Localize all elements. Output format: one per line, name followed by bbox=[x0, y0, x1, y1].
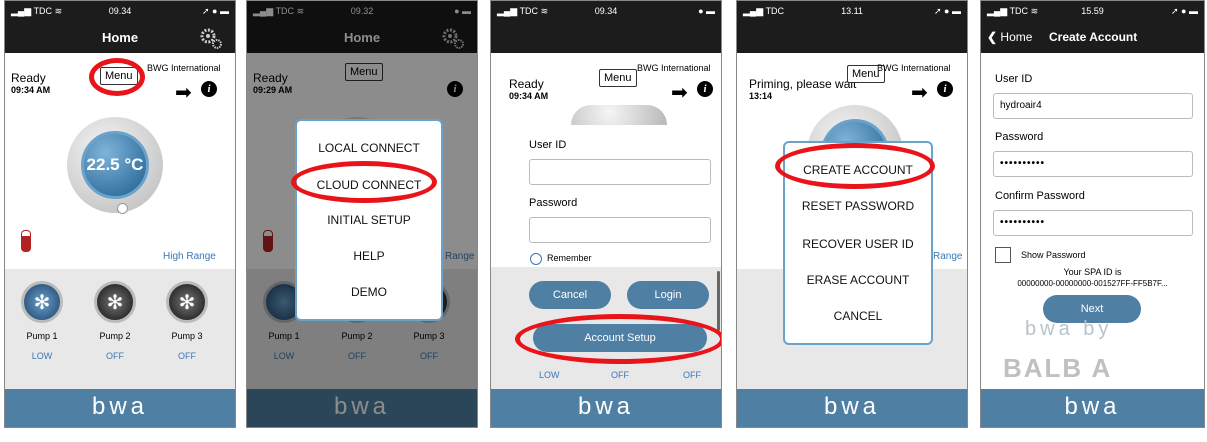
status-bar: ▂▄▆ TDC 13.11 ➚ ● ▬ bbox=[737, 1, 967, 23]
menu-item-cancel[interactable]: CANCEL bbox=[785, 309, 931, 323]
pump-icon: ✻ bbox=[166, 281, 208, 323]
bwa-logo: bwa bbox=[1064, 393, 1121, 420]
back-button[interactable]: ❮ Home bbox=[987, 30, 1032, 44]
pump-panel: ✻ Pump 1 LOW ✻ Pump 2 OFF ✻ Pump 3 OFF bbox=[5, 269, 235, 393]
menu-item-recover-user-id[interactable]: RECOVER USER ID bbox=[785, 237, 931, 251]
pump-1[interactable]: ✻ Pump 1 LOW bbox=[19, 281, 65, 361]
highlight-ring bbox=[291, 161, 437, 203]
nav-bar bbox=[737, 23, 967, 53]
thermometer-icon bbox=[21, 230, 31, 252]
brand-label: BWG International bbox=[877, 63, 951, 73]
bwa-logo: bwa bbox=[823, 393, 881, 420]
screen-menu: ▂▄▆ TDC ≋ 09.32 ● ▬ Home Ready 09:29 AM … bbox=[246, 0, 478, 428]
status-bar: ▂▄▆ TDC ≋ 09.34 ➚ ● ▬ bbox=[5, 1, 235, 23]
pump-icon: ✻ bbox=[94, 281, 136, 323]
arrow-right-icon[interactable]: ➡ bbox=[671, 80, 688, 105]
footer-bar: bwa bbox=[5, 389, 235, 427]
pump-2-state: OFF bbox=[611, 370, 629, 380]
spa-status: Ready 09:34 AM bbox=[509, 77, 549, 101]
scrollbar[interactable] bbox=[717, 271, 720, 331]
temperature-dial bbox=[571, 105, 667, 125]
status-time: 13.11 bbox=[841, 6, 863, 16]
remember-radio[interactable] bbox=[530, 253, 542, 265]
battery-icon: ➚ ● ▬ bbox=[202, 6, 229, 16]
highlight-ring bbox=[515, 314, 721, 364]
screen-home: ▂▄▆ TDC ≋ 09.34 ➚ ● ▬ Home Ready 09:34 A… bbox=[4, 0, 236, 428]
footer-bar: bwa bbox=[737, 389, 967, 427]
bwa-by-logo: bwa by bbox=[1025, 318, 1113, 340]
status-clock: 09:34 AM bbox=[11, 85, 51, 95]
user-id-field[interactable] bbox=[529, 159, 711, 185]
dial-handle[interactable] bbox=[117, 203, 128, 214]
show-password-label: Show Password bbox=[1021, 250, 1086, 260]
footer-bar: bwa bbox=[981, 389, 1204, 427]
footer-bar: bwa bbox=[491, 389, 721, 427]
password-field[interactable]: •••••••••• bbox=[993, 151, 1193, 177]
menu-item-reset-password[interactable]: RESET PASSWORD bbox=[785, 199, 931, 213]
temperature-dial[interactable]: 22.5 °C bbox=[67, 117, 163, 214]
pump-icon: ✻ bbox=[21, 281, 63, 323]
range-label[interactable]: High Range bbox=[163, 251, 216, 262]
status-time: 09.34 bbox=[108, 6, 132, 16]
spa-id-label: Your SPA ID is bbox=[1063, 267, 1122, 277]
info-icon[interactable]: i bbox=[937, 81, 953, 97]
menu-item-help[interactable]: HELP bbox=[297, 249, 441, 263]
password-field[interactable] bbox=[529, 217, 711, 243]
battery-icon: ● ▬ bbox=[698, 6, 715, 16]
confirm-password-label: Confirm Password bbox=[995, 190, 1085, 202]
brand-label: BWG International bbox=[637, 63, 711, 73]
spa-status: Ready 09:34 AM bbox=[11, 71, 50, 95]
pump-3-state: OFF bbox=[683, 370, 701, 380]
spa-status: Priming, please wait 13:14 bbox=[749, 77, 857, 101]
connect-menu: LOCAL CONNECT CLOUD CONNECT INITIAL SETU… bbox=[295, 119, 443, 321]
screen-account-setup: ▂▄▆ TDC 13.11 ➚ ● ▬ Priming, please wait… bbox=[736, 0, 968, 428]
pump-1-state: LOW bbox=[539, 370, 560, 380]
remember-label: Remember bbox=[547, 253, 592, 263]
arrow-right-icon[interactable]: ➡ bbox=[175, 80, 192, 105]
spa-id-value: 00000000-00000000-001527FF-FF5B7F... bbox=[1017, 279, 1168, 288]
status-bar: ▂▄▆ TDC ≋ 09.34 ● ▬ bbox=[491, 1, 721, 23]
confirm-password-field[interactable]: •••••••••• bbox=[993, 210, 1193, 236]
menu-item-initial-setup[interactable]: INITIAL SETUP bbox=[297, 213, 441, 227]
user-id-field[interactable]: hydroair4 bbox=[993, 93, 1193, 119]
menu-button[interactable]: Menu bbox=[599, 69, 637, 87]
bwa-logo: bwa bbox=[577, 393, 635, 420]
gear-icon[interactable] bbox=[199, 26, 223, 50]
pump-2[interactable]: ✻ Pump 2 OFF bbox=[92, 281, 138, 361]
user-id-label: User ID bbox=[995, 73, 1033, 85]
battery-icon: ➚ ● ▬ bbox=[934, 6, 961, 16]
highlight-ring bbox=[775, 143, 935, 189]
status-time: 09.34 bbox=[594, 6, 618, 16]
nav-bar bbox=[491, 23, 721, 53]
temperature-value: 22.5 °C bbox=[86, 155, 144, 174]
nav-bar: ❮ Home Create Account bbox=[981, 23, 1204, 53]
back-chevron-icon: ❮ bbox=[987, 30, 998, 44]
show-password-checkbox[interactable] bbox=[995, 247, 1011, 263]
menu-item-demo[interactable]: DEMO bbox=[297, 285, 441, 299]
user-id-label: User ID bbox=[529, 139, 567, 151]
info-icon[interactable]: i bbox=[697, 81, 713, 97]
info-icon[interactable]: i bbox=[201, 81, 217, 97]
brand-label: BWG International bbox=[147, 63, 221, 73]
nav-bar: Home bbox=[5, 23, 235, 53]
highlight-ring bbox=[89, 58, 145, 96]
login-button[interactable]: Login bbox=[627, 281, 709, 309]
status-bar: ▂▄▆ TDC ≋ 15.59 ➚ ● ▬ bbox=[981, 1, 1204, 23]
menu-item-local-connect[interactable]: LOCAL CONNECT bbox=[297, 141, 441, 155]
password-label: Password bbox=[995, 131, 1044, 143]
page-title: Create Account bbox=[1049, 30, 1138, 44]
arrow-right-icon[interactable]: ➡ bbox=[911, 80, 928, 105]
pump-3[interactable]: ✻ Pump 3 OFF bbox=[164, 281, 210, 361]
balboa-logo: BALB A bbox=[1003, 353, 1113, 383]
password-label: Password bbox=[529, 197, 578, 209]
bwa-logo: bwa bbox=[91, 393, 149, 420]
screen-login: ▂▄▆ TDC ≋ 09.34 ● ▬ Ready 09:34 AM Menu … bbox=[490, 0, 722, 428]
status-text: Ready bbox=[11, 71, 46, 85]
range-label: Range bbox=[933, 251, 963, 262]
battery-icon: ➚ ● ▬ bbox=[1171, 6, 1198, 16]
screen-create-account: ▂▄▆ TDC ≋ 15.59 ➚ ● ▬ ❮ Home Create Acco… bbox=[980, 0, 1205, 428]
cancel-button[interactable]: Cancel bbox=[529, 281, 611, 309]
menu-item-erase-account[interactable]: ERASE ACCOUNT bbox=[785, 273, 931, 287]
